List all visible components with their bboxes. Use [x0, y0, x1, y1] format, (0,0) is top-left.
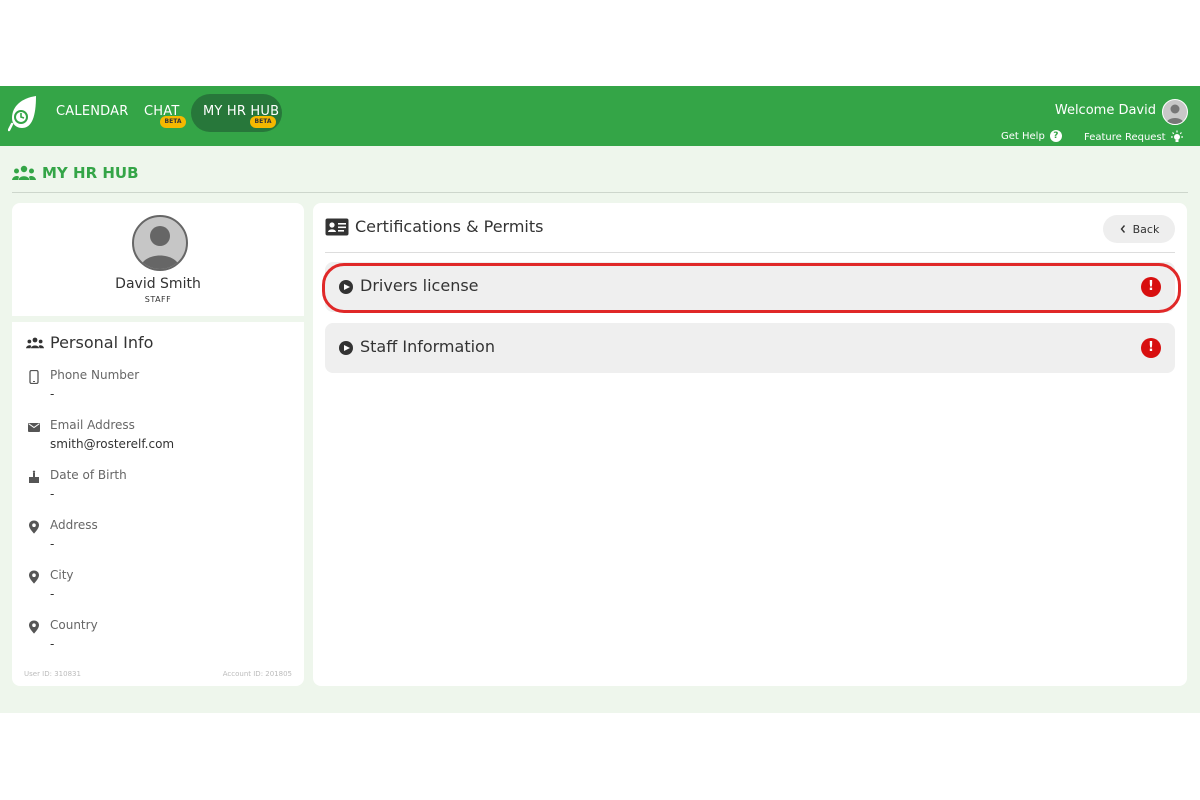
profile-card: David Smith STAFF Personal Info Phone Nu…: [12, 203, 304, 686]
nav-calendar[interactable]: CALENDAR: [56, 104, 128, 119]
field-label: Phone Number: [50, 368, 140, 382]
lightbulb-icon: [1170, 130, 1183, 142]
profile-avatar: [132, 215, 188, 271]
help-question-icon: ?: [1049, 130, 1062, 142]
field-label: Email Address: [50, 418, 135, 432]
leaf-clock-logo-icon[interactable]: [8, 94, 38, 132]
field-label: City: [50, 568, 74, 582]
field-value: -: [50, 537, 55, 551]
mail-icon: [28, 423, 40, 432]
id-card-icon: [325, 218, 349, 235]
personal-info-title: Personal Info: [50, 333, 154, 352]
certifications-card: Certifications & Permits Back Drivers li…: [313, 203, 1187, 686]
user-id: User ID: 310831: [24, 670, 81, 678]
certifications-header: Certifications & Permits: [325, 217, 543, 236]
expand-play-icon: [339, 341, 353, 355]
feature-request-link[interactable]: Feature Request: [1084, 130, 1184, 144]
drivers-license-highlight-outline: [322, 263, 1181, 313]
back-button[interactable]: Back: [1103, 215, 1175, 243]
location-pin-icon: [29, 620, 39, 634]
profile-person-icon: [140, 226, 180, 269]
get-help-label: Get Help: [1001, 130, 1045, 142]
cake-icon: [29, 470, 39, 483]
profile-summary: David Smith STAFF: [12, 203, 304, 315]
profile-name: David Smith: [115, 276, 201, 292]
header-divider: [12, 192, 1188, 193]
certifications-divider: [325, 252, 1175, 253]
page-title: MY HR HUB: [42, 164, 139, 182]
people-group-icon: [12, 165, 36, 180]
get-help-link[interactable]: Get Help ?: [1001, 130, 1062, 142]
profile-separator: [12, 316, 304, 322]
welcome-text: Welcome David: [1054, 103, 1156, 118]
feature-request-label: Feature Request: [1084, 131, 1166, 143]
personal-info-header: Personal Info: [26, 333, 153, 352]
field-label: Date of Birth: [50, 468, 127, 482]
hr-hub-beta-badge: BETA: [250, 116, 276, 128]
field-value: -: [50, 587, 55, 601]
field-value: smith@rosterelf.com: [50, 437, 175, 451]
user-avatar[interactable]: [1162, 99, 1188, 125]
people-group-icon: [26, 337, 44, 348]
profile-role: STAFF: [144, 295, 172, 304]
bottom-strip: [0, 686, 1200, 713]
field-label: Country: [50, 618, 98, 632]
chevron-left-icon: [1120, 225, 1125, 233]
accordion-staff-information[interactable]: Staff Information !: [325, 323, 1175, 373]
app-window: CALENDAR CHAT BETA MY HR HUB BETA Welcom…: [0, 86, 1200, 713]
chat-beta-badge: BETA: [160, 116, 186, 128]
field-value: -: [50, 387, 55, 401]
certifications-title: Certifications & Permits: [355, 217, 544, 236]
main-content: MY HR HUB David Smith STAFF Personal Inf…: [0, 146, 1200, 713]
accordion-label: Staff Information: [360, 337, 495, 356]
avatar-person-icon: [1166, 104, 1184, 124]
field-label: Address: [50, 518, 98, 532]
top-nav: CALENDAR CHAT BETA MY HR HUB BETA Welcom…: [0, 86, 1200, 146]
account-id: Account ID: 201805: [222, 670, 292, 678]
location-pin-icon: [29, 520, 39, 534]
alert-icon: !: [1141, 338, 1161, 358]
location-pin-icon: [29, 570, 39, 584]
page-header: MY HR HUB: [12, 164, 139, 182]
phone-icon: [29, 370, 39, 384]
back-button-label: Back: [1132, 222, 1160, 236]
field-value: -: [50, 487, 55, 501]
field-value: -: [50, 637, 55, 651]
